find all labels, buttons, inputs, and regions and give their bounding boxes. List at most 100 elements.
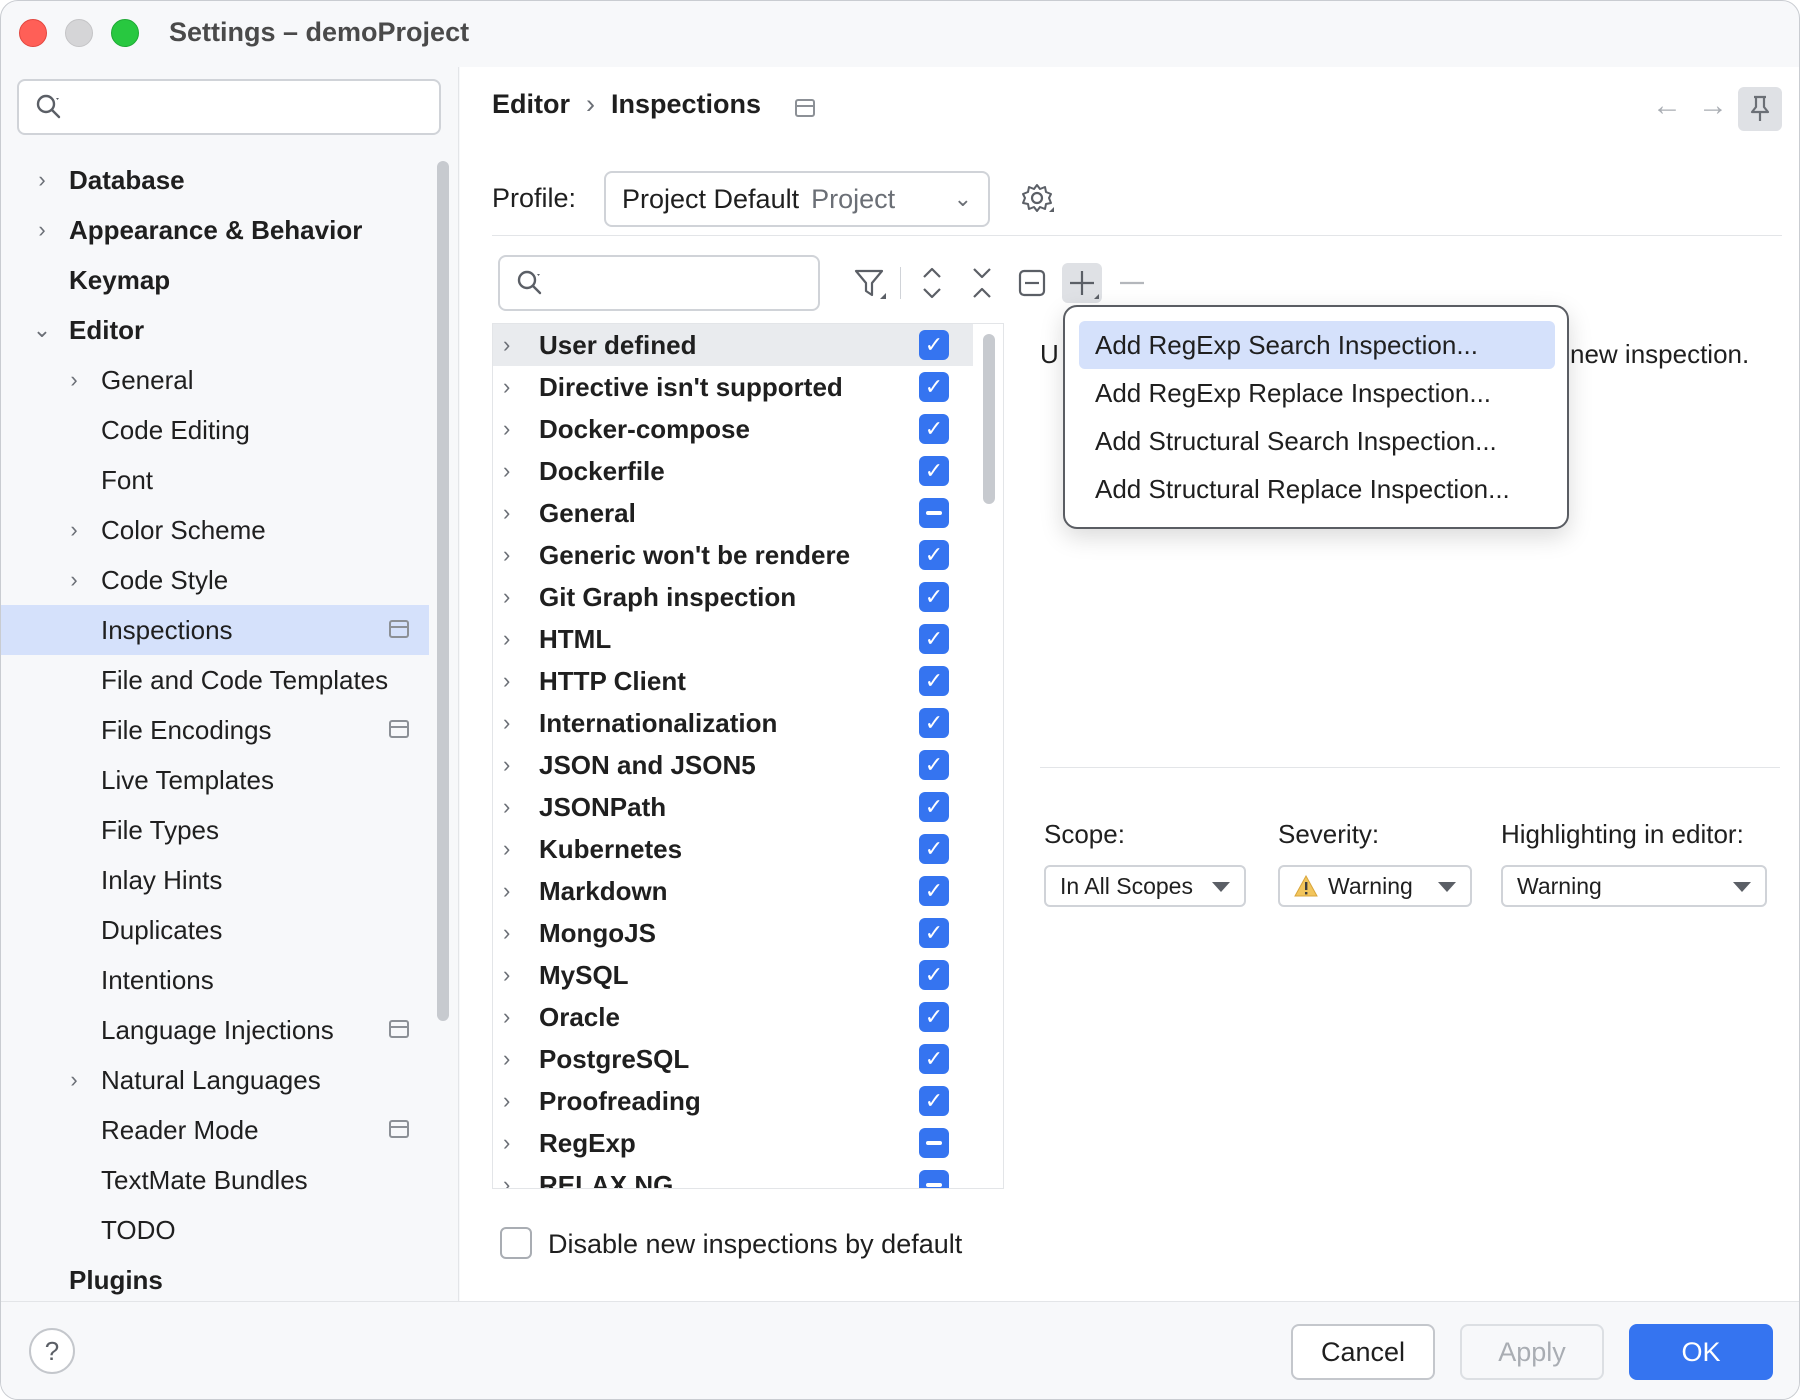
- inspection-row[interactable]: › PostgreSQL ✓: [493, 1038, 1003, 1080]
- inspection-row[interactable]: › Oracle ✓: [493, 996, 1003, 1038]
- pin-icon[interactable]: [1738, 87, 1782, 131]
- menu-item-add-regexp-search[interactable]: Add RegExp Search Inspection...: [1079, 321, 1555, 369]
- sidebar-item[interactable]: TextMate Bundles: [1, 1155, 441, 1205]
- chevron-right-icon[interactable]: ›: [503, 366, 510, 408]
- apply-button[interactable]: Apply: [1460, 1324, 1604, 1380]
- back-arrow-icon[interactable]: ←: [1652, 89, 1682, 123]
- inspection-row[interactable]: › Generic won't be rendere ✓: [493, 534, 1003, 576]
- checked-checkbox[interactable]: ✓: [919, 1002, 949, 1032]
- reset-icon[interactable]: [1012, 263, 1052, 303]
- forward-arrow-icon[interactable]: →: [1698, 89, 1728, 123]
- menu-item-add-regexp-replace[interactable]: Add RegExp Replace Inspection...: [1079, 369, 1555, 417]
- checked-checkbox[interactable]: ✓: [919, 918, 949, 948]
- chevron-right-icon[interactable]: ›: [29, 205, 55, 255]
- checked-checkbox[interactable]: ✓: [919, 1044, 949, 1074]
- inspection-row[interactable]: › HTML ✓: [493, 618, 1003, 660]
- inspection-row[interactable]: › MongoJS ✓: [493, 912, 1003, 954]
- expand-all-icon[interactable]: [912, 263, 952, 303]
- inspection-row[interactable]: › Proofreading ✓: [493, 1080, 1003, 1122]
- chevron-right-icon[interactable]: ›: [503, 912, 510, 954]
- ok-button[interactable]: OK: [1629, 1324, 1773, 1380]
- settings-search-input[interactable]: [17, 79, 441, 135]
- chevron-right-icon[interactable]: ›: [61, 505, 87, 555]
- sidebar-item[interactable]: File Types: [1, 805, 441, 855]
- sidebar-item[interactable]: Code Editing: [1, 405, 441, 455]
- sidebar-item[interactable]: › Appearance & Behavior: [1, 205, 441, 255]
- checked-checkbox[interactable]: ✓: [919, 456, 949, 486]
- close-window-button[interactable]: [19, 19, 47, 47]
- sidebar-item[interactable]: Duplicates: [1, 905, 441, 955]
- chevron-right-icon[interactable]: ›: [503, 1080, 510, 1122]
- checked-checkbox[interactable]: ✓: [919, 1086, 949, 1116]
- inspection-row[interactable]: › Internationalization ✓: [493, 702, 1003, 744]
- inspection-row[interactable]: › Directive isn't supported ✓: [493, 366, 1003, 408]
- chevron-right-icon[interactable]: ›: [61, 355, 87, 405]
- menu-item-add-structural-replace[interactable]: Add Structural Replace Inspection...: [1079, 465, 1555, 513]
- chevron-right-icon[interactable]: ›: [503, 744, 510, 786]
- inspection-row[interactable]: › JSONPath ✓: [493, 786, 1003, 828]
- inspection-row[interactable]: › Docker-compose ✓: [493, 408, 1003, 450]
- checked-checkbox[interactable]: ✓: [919, 582, 949, 612]
- chevron-right-icon[interactable]: ›: [29, 155, 55, 205]
- add-icon[interactable]: [1062, 263, 1102, 303]
- disable-new-inspections-checkbox[interactable]: [500, 1227, 532, 1259]
- sidebar-item[interactable]: Inspections: [1, 605, 429, 655]
- inspection-row[interactable]: › User defined ✓: [493, 324, 973, 366]
- sidebar-item[interactable]: › Natural Languages: [1, 1055, 441, 1105]
- chevron-right-icon[interactable]: ›: [503, 576, 510, 618]
- scope-dropdown[interactable]: In All Scopes: [1044, 865, 1246, 907]
- sidebar-item[interactable]: Font: [1, 455, 441, 505]
- zoom-window-button[interactable]: [111, 19, 139, 47]
- checked-checkbox[interactable]: ✓: [919, 330, 949, 360]
- disable-new-inspections-label[interactable]: Disable new inspections by default: [548, 1229, 962, 1260]
- inspection-row[interactable]: › RELAX NG: [493, 1164, 1003, 1188]
- sidebar-item[interactable]: File and Code Templates: [1, 655, 441, 705]
- chevron-right-icon[interactable]: ›: [503, 786, 510, 828]
- profile-dropdown[interactable]: Project Default Project ⌄: [604, 171, 990, 227]
- chevron-right-icon[interactable]: ›: [503, 996, 510, 1038]
- sidebar-item[interactable]: Intentions: [1, 955, 441, 1005]
- inspection-row[interactable]: › General: [493, 492, 1003, 534]
- checked-checkbox[interactable]: ✓: [919, 666, 949, 696]
- chevron-right-icon[interactable]: ›: [503, 534, 510, 576]
- sidebar-item[interactable]: › Database: [1, 155, 441, 205]
- chevron-right-icon[interactable]: ›: [503, 1164, 510, 1188]
- checked-checkbox[interactable]: ✓: [919, 708, 949, 738]
- chevron-right-icon[interactable]: ›: [503, 408, 510, 450]
- highlighting-dropdown[interactable]: Warning: [1501, 865, 1767, 907]
- menu-item-add-structural-search[interactable]: Add Structural Search Inspection...: [1079, 417, 1555, 465]
- sidebar-item[interactable]: TODO: [1, 1205, 441, 1255]
- sidebar-item[interactable]: Language Injections: [1, 1005, 441, 1055]
- partial-checkbox[interactable]: [919, 1170, 949, 1188]
- remove-icon[interactable]: [1112, 263, 1152, 303]
- help-button[interactable]: ?: [29, 1328, 75, 1374]
- inspection-row[interactable]: › Kubernetes ✓: [493, 828, 1003, 870]
- sidebar-item[interactable]: Reader Mode: [1, 1105, 441, 1155]
- sidebar-item[interactable]: File Encodings: [1, 705, 441, 755]
- chevron-right-icon[interactable]: ›: [503, 492, 510, 534]
- checked-checkbox[interactable]: ✓: [919, 372, 949, 402]
- checked-checkbox[interactable]: ✓: [919, 876, 949, 906]
- sidebar-item[interactable]: Inlay Hints: [1, 855, 441, 905]
- inspection-row[interactable]: › RegExp: [493, 1122, 1003, 1164]
- partial-checkbox[interactable]: [919, 1128, 949, 1158]
- inspection-row[interactable]: › HTTP Client ✓: [493, 660, 1003, 702]
- inspection-row[interactable]: › Markdown ✓: [493, 870, 1003, 912]
- chevron-right-icon[interactable]: ›: [503, 702, 510, 744]
- sidebar-item[interactable]: › Color Scheme: [1, 505, 441, 555]
- breadcrumb-editor[interactable]: Editor: [492, 89, 570, 120]
- sidebar-scrollbar[interactable]: [437, 161, 449, 1021]
- cancel-button[interactable]: Cancel: [1291, 1324, 1435, 1380]
- sidebar-item[interactable]: › General: [1, 355, 441, 405]
- chevron-right-icon[interactable]: ›: [503, 954, 510, 996]
- inspection-row[interactable]: › JSON and JSON5 ✓: [493, 744, 1003, 786]
- collapse-all-icon[interactable]: [962, 263, 1002, 303]
- sidebar-item[interactable]: Live Templates: [1, 755, 441, 805]
- chevron-right-icon[interactable]: ›: [503, 870, 510, 912]
- checked-checkbox[interactable]: ✓: [919, 792, 949, 822]
- chevron-right-icon[interactable]: ›: [61, 555, 87, 605]
- checked-checkbox[interactable]: ✓: [919, 750, 949, 780]
- chevron-right-icon[interactable]: ›: [503, 618, 510, 660]
- gear-icon[interactable]: [1020, 181, 1056, 217]
- minimize-window-button[interactable]: [65, 19, 93, 47]
